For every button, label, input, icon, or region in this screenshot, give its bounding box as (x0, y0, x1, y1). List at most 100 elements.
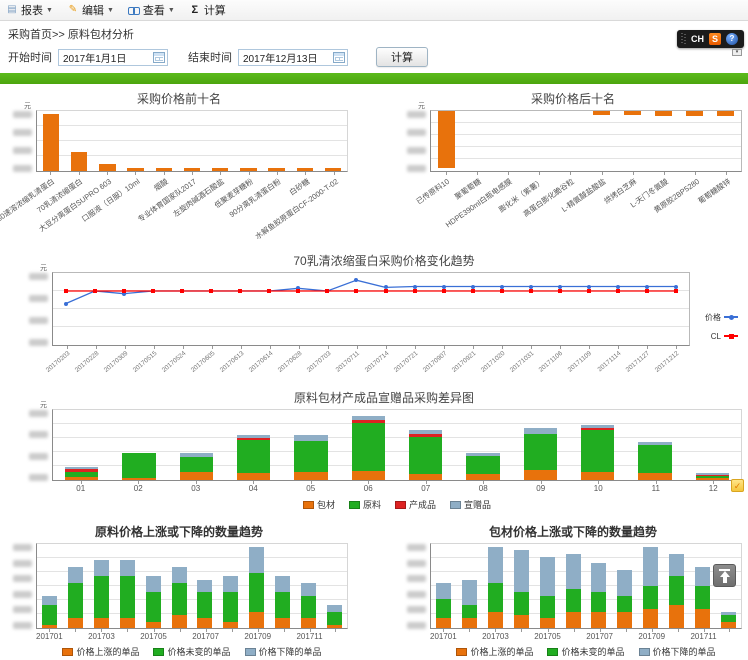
bar (297, 168, 313, 171)
language-indicator[interactable]: CH (691, 34, 704, 44)
help-icon[interactable]: ? (726, 33, 738, 45)
bars-layer (431, 544, 741, 628)
bar-slot (178, 111, 206, 171)
stacked-bar (249, 544, 264, 628)
bar-segment (197, 592, 212, 618)
x-tick: 01 (52, 481, 110, 494)
redacted-y-tick (407, 129, 426, 136)
bar-segment (94, 576, 109, 618)
ime-icon[interactable]: S (709, 33, 721, 45)
bar-segment (695, 586, 710, 609)
x-tick (219, 629, 244, 641)
chart-purchase-price-bottom10: 采购价格后十名元已传原料10聚葡萄糖HDPE390ml白瓶电感膜膨化米（紫薯）高… (404, 88, 742, 238)
x-label: 07 (421, 484, 430, 493)
data-point (442, 285, 446, 289)
calculate-button[interactable]: 计算 (376, 47, 428, 67)
bar-segment (42, 625, 57, 628)
x-tick: 20170515 (139, 346, 168, 380)
language-bar[interactable]: CH S ? ▾ (677, 30, 744, 48)
langbar-expand-button[interactable]: ▾ (732, 49, 742, 56)
stacked-bar (180, 410, 213, 480)
x-tick: 03 (167, 481, 225, 494)
bars-layer (37, 544, 347, 628)
redacted-y-tick (13, 622, 32, 629)
bar-segment (223, 576, 238, 592)
x-label: 201703 (482, 632, 509, 641)
y-axis-redacted-labels (26, 272, 52, 348)
redacted-y-tick (29, 317, 48, 324)
bar-segment (591, 592, 606, 611)
bar-segment (591, 563, 606, 592)
drag-handle-icon[interactable] (681, 33, 686, 45)
data-point (64, 289, 68, 293)
x-label: 11 (652, 484, 660, 493)
bar-slot (586, 111, 617, 171)
breadcrumb-home-link[interactable]: 采购首页 (8, 29, 52, 41)
y-axis-redacted-labels (26, 409, 52, 483)
x-label: 201703 (88, 632, 115, 641)
bar-segment (120, 560, 135, 576)
menu-calculate[interactable]: Σ 计算 (189, 2, 226, 18)
x-tick (63, 629, 88, 641)
bar-slot (569, 410, 626, 480)
bar-segment (294, 441, 327, 472)
bar-segment (275, 592, 290, 618)
bar-segment (566, 589, 581, 612)
bar-segment (540, 596, 555, 619)
menu-view[interactable]: 查看 ▼ (128, 2, 175, 18)
bar-segment (488, 547, 503, 583)
bar-segment (643, 547, 658, 586)
bar-segment (275, 576, 290, 592)
stacked-bar (294, 410, 327, 480)
data-point (151, 289, 155, 293)
data-point (64, 302, 68, 306)
legend-label: 价格上涨的单品 (470, 647, 533, 657)
legend-swatch (153, 648, 164, 656)
legend-item: 价格上涨的单品 (456, 645, 533, 658)
bar-segment (275, 618, 290, 628)
start-date-box (58, 49, 168, 66)
stacked-bar (669, 544, 684, 628)
legend-marker (724, 316, 738, 318)
bar-segment (466, 456, 499, 474)
legend-label: 宣赠品 (464, 500, 491, 510)
start-date-input[interactable] (63, 52, 149, 63)
x-tick: 20171212 (661, 346, 690, 380)
bar-slot (454, 410, 511, 480)
end-date-label: 结束时间 (188, 49, 232, 65)
legend-item: 价格未变的单品 (153, 645, 230, 658)
redacted-y-tick (29, 339, 48, 346)
redacted-y-tick (13, 575, 32, 582)
bars-layer (431, 111, 741, 171)
stacked-bar (591, 544, 606, 628)
x-label: 201707 (586, 632, 613, 641)
x-tick: 20170721 (400, 346, 429, 380)
stacked-bar (172, 544, 187, 628)
legend-swatch (62, 648, 73, 656)
bar-slot (321, 544, 347, 628)
redacted-y-tick (407, 622, 426, 629)
menu-edit[interactable]: ✎ 编辑 ▼ (67, 2, 114, 18)
calendar-icon[interactable] (153, 52, 165, 63)
calendar-icon[interactable] (333, 52, 345, 63)
end-date-input[interactable] (243, 52, 329, 63)
legend-item: 原料 (349, 498, 381, 511)
stacked-bar (197, 544, 212, 628)
report-icon: ▤ (6, 5, 18, 15)
data-point (354, 289, 358, 293)
x-tick (717, 629, 742, 641)
legend-label: 价格下降的单品 (259, 647, 322, 657)
bar-slot (89, 544, 115, 628)
bar-segment (566, 612, 581, 628)
redacted-y-tick (29, 410, 48, 417)
legend-item: 产成品 (395, 498, 436, 511)
legend-swatch (450, 501, 461, 509)
back-to-top-button[interactable] (713, 564, 736, 587)
menu-report[interactable]: ▤ 报表 ▼ (6, 2, 53, 18)
bar-slot (140, 544, 166, 628)
bar-segment (146, 576, 161, 592)
bar-slot (679, 111, 710, 171)
annotation-check-icon[interactable]: ✓ (731, 479, 744, 492)
redacted-y-tick (13, 560, 32, 567)
bar-slot (218, 544, 244, 628)
